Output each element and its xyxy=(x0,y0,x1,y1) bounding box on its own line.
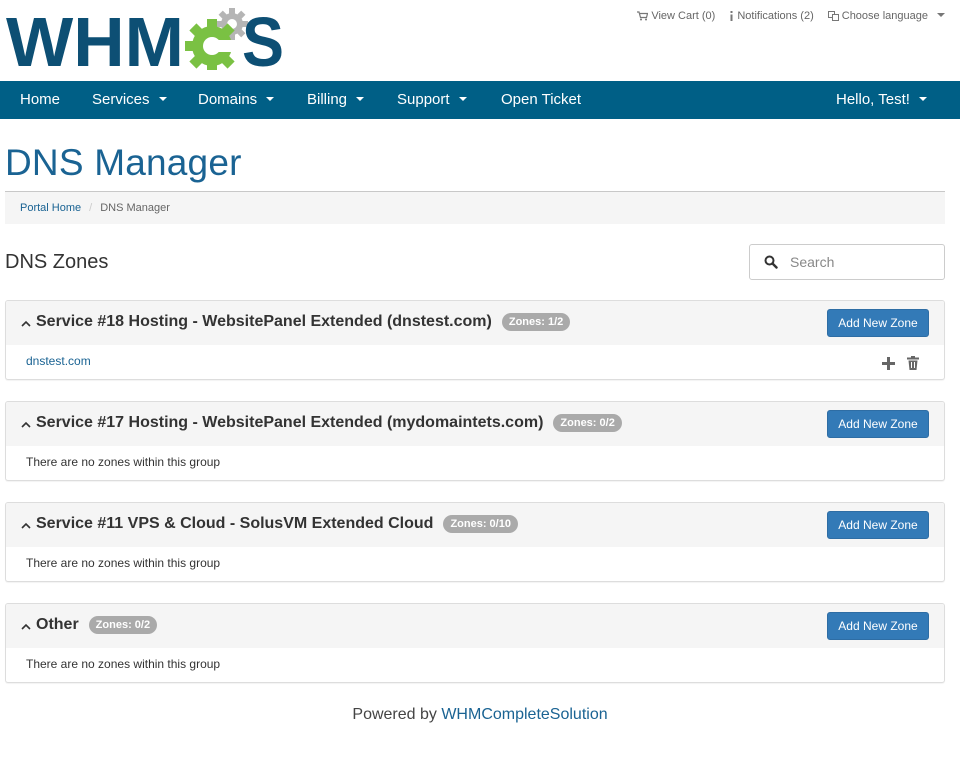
search-box xyxy=(749,244,945,280)
footer-link[interactable]: WHMCompleteSolution xyxy=(441,706,607,723)
add-new-zone-button[interactable]: Add New Zone xyxy=(827,309,929,337)
zone-link-dnstest[interactable]: dnstest.com xyxy=(26,354,91,368)
empty-group-text: There are no zones within this group xyxy=(26,657,221,671)
zone-group-panel: Service #11 VPS & Cloud - SolusVM Extend… xyxy=(5,502,945,582)
nav-home[interactable]: Home xyxy=(20,81,60,119)
chevron-down-icon xyxy=(458,97,467,102)
zone-group-body: dnstest.com xyxy=(6,345,944,379)
info-icon xyxy=(730,11,733,21)
choose-language-label: Choose language xyxy=(841,10,928,22)
zone-group-heading: Service #17 Hosting - WebsitePanel Exten… xyxy=(6,402,944,446)
chevron-up-icon[interactable] xyxy=(21,421,31,428)
cart-icon xyxy=(637,11,649,21)
zones-count-badge: Zones: 1/2 xyxy=(501,313,571,331)
choose-language-dropdown[interactable]: Choose language xyxy=(827,10,945,22)
breadcrumb: Portal Home / DNS Manager xyxy=(5,192,945,224)
zone-group-panel: Service #17 Hosting - WebsitePanel Exten… xyxy=(5,401,945,481)
empty-group-text: There are no zones within this group xyxy=(26,556,221,570)
site-header: WHM S View Cart (0) Notifications (2) Ch… xyxy=(0,0,960,81)
zone-group-title-text: Service #18 Hosting - WebsitePanel Exten… xyxy=(36,313,492,330)
search-icon xyxy=(764,255,778,269)
nav-domains-label: Domains xyxy=(198,91,258,108)
view-cart-label: View Cart (0) xyxy=(651,10,716,22)
nav-open-ticket-label: Open Ticket xyxy=(501,91,582,108)
chevron-down-icon xyxy=(356,97,365,102)
nav-support[interactable]: Support xyxy=(397,81,467,119)
notifications-link[interactable]: Notifications (2) xyxy=(729,10,814,22)
zone-group-heading: Service #18 Hosting - WebsitePanel Exten… xyxy=(6,301,944,345)
zone-group-title-text: Service #17 Hosting - WebsitePanel Exten… xyxy=(36,414,544,431)
nav-support-label: Support xyxy=(397,91,450,108)
zone-group-panel: Other Zones: 0/2 Add New Zone There are … xyxy=(5,603,945,683)
zone-group-title-text: Service #11 VPS & Cloud - SolusVM Extend… xyxy=(36,515,434,532)
chevron-up-icon[interactable] xyxy=(21,522,31,529)
nav-services-label: Services xyxy=(92,91,150,108)
zone-group-body: There are no zones within this group xyxy=(6,446,944,480)
add-new-zone-button[interactable]: Add New Zone xyxy=(827,612,929,640)
breadcrumb-separator: / xyxy=(89,202,93,214)
top-links: View Cart (0) Notifications (2) Choose l… xyxy=(637,10,945,22)
chevron-down-icon xyxy=(918,97,927,102)
zone-group-body: There are no zones within this group xyxy=(6,547,944,581)
add-new-zone-button[interactable]: Add New Zone xyxy=(827,511,929,539)
footer: Powered by WHMCompleteSolution xyxy=(0,706,960,724)
notifications-label: Notifications (2) xyxy=(737,10,814,22)
zones-count-badge: Zones: 0/2 xyxy=(553,414,622,432)
zone-group-title: Service #18 Hosting - WebsitePanel Exten… xyxy=(36,313,571,331)
zones-count-badge: Zones: 0/2 xyxy=(88,616,158,634)
zone-group-title: Service #11 VPS & Cloud - SolusVM Extend… xyxy=(36,515,518,533)
breadcrumb-current: DNS Manager xyxy=(100,202,170,214)
view-cart-link[interactable]: View Cart (0) xyxy=(637,10,715,22)
add-new-zone-button[interactable]: Add New Zone xyxy=(827,410,929,438)
footer-prefix: Powered by xyxy=(352,706,442,723)
zone-group-heading: Other Zones: 0/2 Add New Zone xyxy=(6,604,944,648)
zone-group-panel: Service #18 Hosting - WebsitePanel Exten… xyxy=(5,300,945,380)
empty-group-text: There are no zones within this group xyxy=(26,455,221,469)
nav-billing-label: Billing xyxy=(307,91,348,108)
trash-icon[interactable] xyxy=(907,356,919,373)
zone-group-title: Service #17 Hosting - WebsitePanel Exten… xyxy=(36,414,622,432)
chevron-down-icon xyxy=(266,97,275,102)
nav-user-label: Hello, Test! xyxy=(836,91,910,108)
nav-home-label: Home xyxy=(20,91,61,108)
chevron-down-icon xyxy=(937,13,945,17)
nav-billing[interactable]: Billing xyxy=(307,81,365,119)
main-navbar: Home Services Domains Billing Support Op… xyxy=(0,81,960,119)
chevron-down-icon xyxy=(158,97,167,102)
svg-text:WHM: WHM xyxy=(6,6,184,70)
plus-icon[interactable] xyxy=(882,356,895,373)
chevron-up-icon[interactable] xyxy=(21,320,31,327)
breadcrumb-portal-home[interactable]: Portal Home xyxy=(20,202,81,214)
nav-services[interactable]: Services xyxy=(92,81,167,119)
zone-group-title: Other Zones: 0/2 xyxy=(36,616,158,634)
zone-group-title-text: Other xyxy=(36,616,79,633)
svg-text:S: S xyxy=(242,6,282,70)
page-title: DNS Manager xyxy=(5,142,242,183)
nav-domains[interactable]: Domains xyxy=(198,81,275,119)
chevron-up-icon[interactable] xyxy=(21,623,31,630)
whmcs-logo[interactable]: WHM S xyxy=(6,6,282,70)
language-icon xyxy=(827,11,839,21)
nav-open-ticket[interactable]: Open Ticket xyxy=(501,81,581,119)
zone-group-heading: Service #11 VPS & Cloud - SolusVM Extend… xyxy=(6,503,944,547)
nav-user-menu[interactable]: Hello, Test! xyxy=(836,81,927,119)
search-input[interactable] xyxy=(790,253,935,271)
zone-group-body: There are no zones within this group xyxy=(6,648,944,682)
dns-zones-heading: DNS Zones xyxy=(5,251,109,273)
zones-count-badge: Zones: 0/10 xyxy=(443,515,518,533)
zone-actions xyxy=(882,356,919,373)
